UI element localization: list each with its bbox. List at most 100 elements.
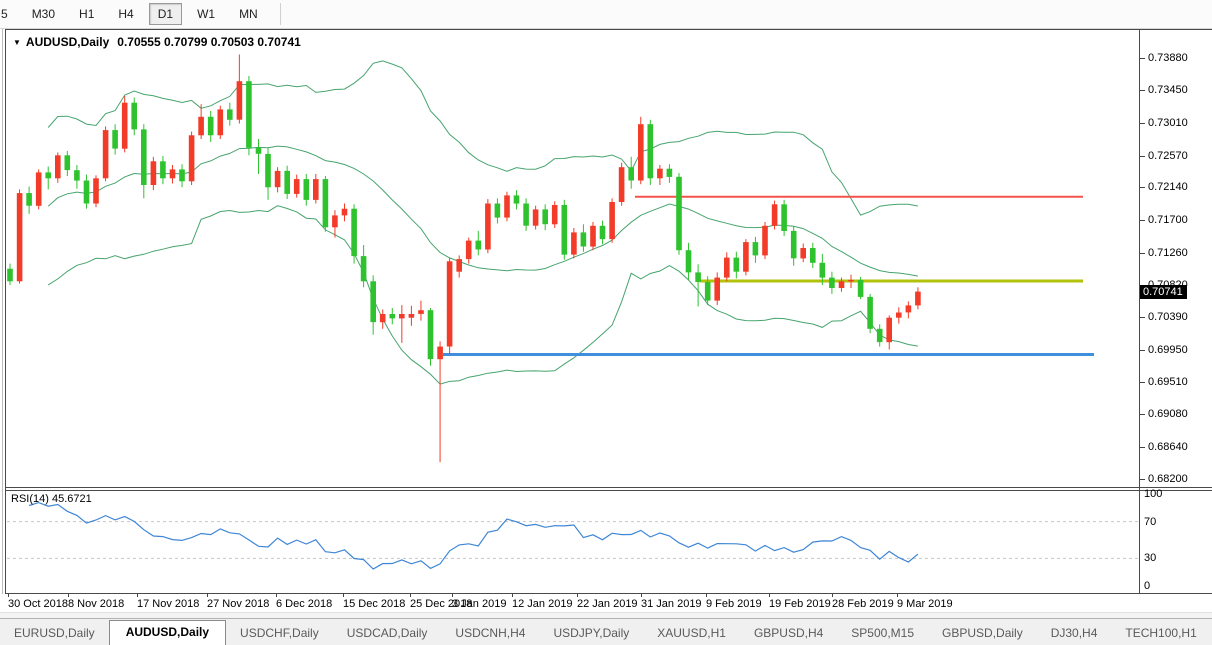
candle (619, 163, 625, 206)
rsi-tick-label: 30 (1144, 552, 1156, 564)
candle (734, 252, 740, 279)
candle (304, 174, 310, 206)
candle (896, 307, 902, 323)
timeframe-button-m30[interactable]: M30 (23, 3, 64, 25)
candle (590, 222, 596, 250)
candle (7, 264, 13, 285)
date-tick-mark (68, 594, 69, 597)
chart-title: ▼AUDUSD,Daily0.70555 0.70799 0.70503 0.7… (13, 35, 301, 49)
timeframe-button-d1[interactable]: D1 (149, 3, 182, 25)
tab-audusd-daily[interactable]: AUDUSD,Daily (109, 620, 226, 645)
candle (380, 310, 386, 329)
candle (246, 76, 252, 155)
price-axis-separator (1139, 29, 1140, 594)
candle (93, 175, 99, 207)
price-tick-mark (1140, 220, 1145, 221)
candle (867, 294, 873, 333)
tab-dj30-h4[interactable]: DJ30,H4 (1037, 622, 1112, 645)
candle (762, 222, 768, 259)
timeframe-toolbar: 5 M30 H1 H4 D1 W1 MN (0, 0, 1212, 28)
price-chart-plot[interactable] (7, 30, 1139, 487)
candle (84, 175, 90, 209)
candle (198, 104, 204, 139)
timeframe-button-5[interactable]: 5 (0, 3, 17, 25)
candle (65, 151, 71, 176)
price-tick-label: 0.73450 (1148, 84, 1188, 96)
date-tick-mark (137, 594, 138, 597)
candle (810, 243, 816, 268)
candle (552, 201, 558, 228)
candle (36, 169, 42, 209)
candle (189, 132, 195, 185)
price-tick-label: 0.68640 (1148, 441, 1188, 453)
chart-frame-bottom (5, 593, 1212, 594)
tab-xauusd-h1[interactable]: XAUUSD,H1 (643, 622, 740, 645)
timeframe-button-w1[interactable]: W1 (188, 3, 224, 25)
price-tick-mark (1140, 382, 1145, 383)
candle (476, 231, 482, 256)
date-tick-mark (832, 594, 833, 597)
candle (45, 167, 51, 190)
candle (638, 117, 644, 184)
price-tick-label: 0.72140 (1148, 181, 1188, 193)
chart-dropdown-icon[interactable]: ▼ (13, 38, 21, 47)
price-tick-mark (1140, 90, 1145, 91)
tab-usdcad-daily[interactable]: USDCAD,Daily (333, 622, 442, 645)
candle (17, 189, 23, 283)
candle (800, 244, 806, 263)
tab-eurusd-daily[interactable]: EURUSD,Daily (0, 622, 109, 645)
candle (533, 206, 539, 230)
candle (122, 96, 128, 152)
candle (829, 272, 835, 294)
candle (437, 341, 443, 462)
candle (648, 120, 654, 185)
rsi-tick-label: 100 (1144, 488, 1162, 500)
tab-sp500-m15[interactable]: SP500,M15 (837, 622, 928, 645)
date-tick-label: 22 Jan 2019 (577, 598, 638, 610)
price-tick-label: 0.69950 (1148, 344, 1188, 356)
date-tick-mark (343, 594, 344, 597)
price-tick-mark (1140, 156, 1145, 157)
current-price-badge: 0.70741 (1140, 285, 1187, 299)
timeframe-button-h1[interactable]: H1 (70, 3, 103, 25)
tab-usdchf-daily[interactable]: USDCHF,Daily (226, 622, 333, 645)
candle (724, 252, 730, 281)
candle (26, 187, 32, 214)
price-tick-mark (1140, 123, 1145, 124)
tab-tech100-h1[interactable]: TECH100,H1 (1111, 622, 1210, 645)
bollinger-middle-band (48, 146, 918, 276)
timeframe-button-mn[interactable]: MN (230, 3, 267, 25)
symbol-tab-bar: EURUSD,DailyAUDUSD,DailyUSDCHF,DailyUSDC… (0, 618, 1212, 645)
rsi-chart-plot[interactable] (7, 491, 1139, 593)
price-tick-label: 0.72570 (1148, 150, 1188, 162)
price-tick-label: 0.69510 (1148, 376, 1188, 388)
date-tick-label: 19 Feb 2019 (769, 598, 831, 610)
panel-splitter-top (5, 487, 1212, 488)
rsi-line (29, 503, 918, 569)
date-tick-label: 6 Dec 2018 (276, 598, 332, 610)
candle (781, 200, 787, 236)
candle (55, 152, 61, 182)
bollinger-upper-band (48, 61, 918, 215)
date-tick-label: 27 Nov 2018 (207, 598, 269, 610)
candle (667, 164, 673, 183)
candle (370, 275, 376, 334)
candle (218, 106, 224, 139)
tab-usdjpy-daily[interactable]: USDJPY,Daily (539, 622, 643, 645)
rsi-indicator-label: RSI(14) 45.6721 (11, 493, 92, 505)
tab-usdcnh-h4[interactable]: USDCNH,H4 (441, 622, 539, 645)
candle (753, 237, 759, 263)
price-tick-mark (1140, 447, 1145, 448)
tab-gbpusd-daily[interactable]: GBPUSD,Daily (928, 622, 1037, 645)
tab-gbpusd-h4[interactable]: GBPUSD,H4 (740, 622, 837, 645)
candle (581, 224, 587, 251)
candle (112, 124, 118, 154)
date-tick-mark (8, 594, 9, 597)
candle (906, 301, 912, 318)
candle (237, 55, 243, 124)
candle (542, 204, 548, 230)
date-tick-label: 17 Nov 2018 (137, 598, 199, 610)
date-tick-mark (706, 594, 707, 597)
candle (294, 175, 300, 198)
timeframe-button-h4[interactable]: H4 (109, 3, 142, 25)
